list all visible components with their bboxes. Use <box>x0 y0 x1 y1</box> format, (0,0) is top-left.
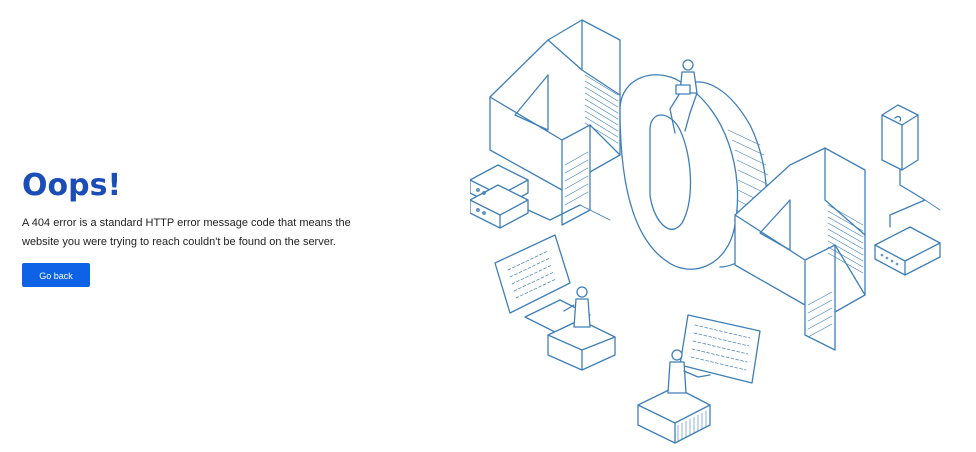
server-tower-right <box>881 104 926 228</box>
page-title: Oops! <box>22 168 122 203</box>
workstation-bottom <box>637 314 761 444</box>
error-message: A 404 error is a standard HTTP error mes… <box>22 217 351 248</box>
404-illustration <box>470 5 970 452</box>
router-right <box>874 226 941 276</box>
go-back-button[interactable]: Go back <box>22 263 90 287</box>
404-isometric-illustration <box>470 19 941 444</box>
workstation-left <box>494 234 616 371</box>
error-content: Oops! A 404 error is a standard HTTP err… <box>22 168 382 287</box>
